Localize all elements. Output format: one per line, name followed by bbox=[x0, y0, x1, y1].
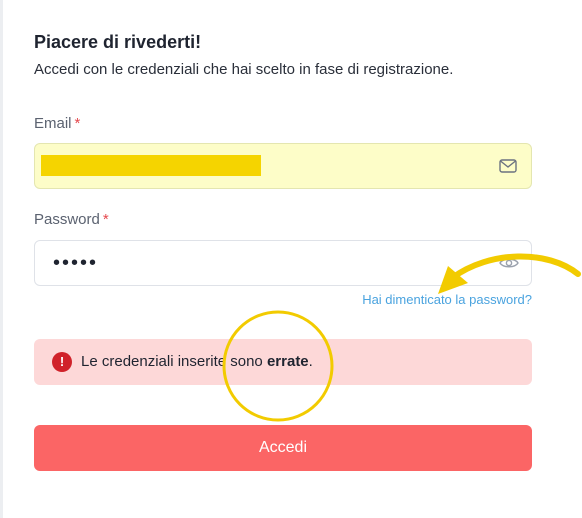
page-subtitle: Accedi con le credenziali che hai scelto… bbox=[34, 61, 454, 78]
password-label-text: Password bbox=[34, 211, 100, 228]
eye-icon[interactable] bbox=[499, 256, 519, 270]
login-page: Piacere di rivederti! Accedi con le cred… bbox=[0, 0, 582, 518]
error-text-start: Le credenziali inserite sono bbox=[81, 353, 267, 370]
email-label-text: Email bbox=[34, 115, 72, 132]
page-title: Piacere di rivederti! bbox=[34, 32, 202, 52]
email-label: Email * bbox=[34, 115, 80, 132]
exclamation-icon: ! bbox=[52, 352, 72, 372]
password-label: Password * bbox=[34, 211, 109, 228]
left-divider bbox=[0, 0, 3, 518]
error-message: Le credenziali inserite sono errate. bbox=[81, 353, 313, 370]
redacted-email-value bbox=[41, 155, 261, 176]
required-marker: * bbox=[74, 115, 81, 132]
error-alert: ! Le credenziali inserite sono errate. bbox=[34, 339, 532, 385]
password-value: ••••• bbox=[53, 252, 99, 274]
password-field[interactable]: ••••• bbox=[34, 240, 532, 286]
mail-icon bbox=[499, 159, 517, 173]
error-text-end: . bbox=[308, 353, 313, 370]
email-field[interactable] bbox=[34, 143, 532, 189]
forgot-password-link[interactable]: Hai dimenticato la password? bbox=[362, 292, 532, 307]
login-button[interactable]: Accedi bbox=[34, 425, 532, 471]
required-marker: * bbox=[102, 211, 109, 228]
error-text-bold: errate bbox=[266, 353, 309, 370]
